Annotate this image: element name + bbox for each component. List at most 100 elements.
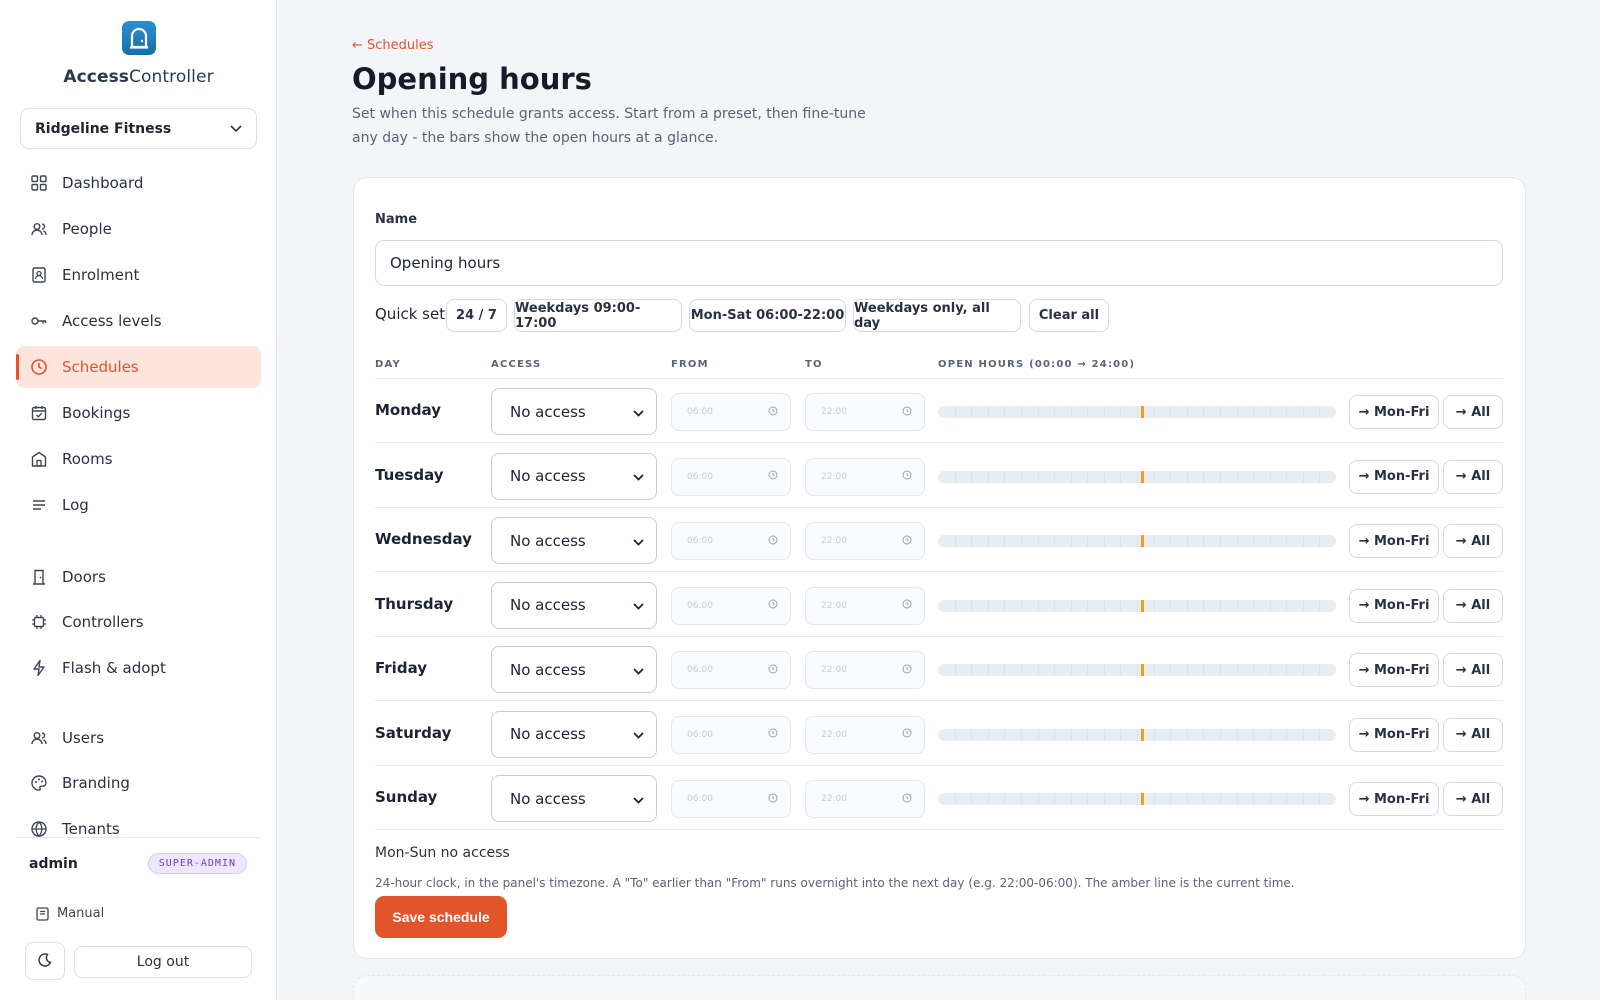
hour-tick — [1054, 599, 1056, 612]
to-time-input[interactable]: 22:00 — [805, 586, 925, 625]
hour-tick — [1236, 406, 1238, 418]
sidebar-item-label: Schedules — [62, 358, 139, 376]
copy-to-all-button[interactable]: → All — [1443, 524, 1503, 558]
copy-to-weekdays-button[interactable]: → Mon-Fri — [1349, 524, 1439, 558]
sidebar-item-flash-adopt[interactable]: Flash & adopt — [16, 647, 261, 689]
access-select[interactable]: No access — [491, 452, 657, 500]
copy-to-all-button[interactable]: → All — [1443, 717, 1503, 752]
copy-to-all-button[interactable]: → All — [1443, 782, 1503, 816]
logout-button[interactable]: Log out — [74, 946, 252, 978]
quick-set-button[interactable]: Weekdays only, all day — [853, 299, 1021, 332]
sidebar-item-log[interactable]: Log — [16, 484, 261, 526]
hour-tick — [1070, 535, 1072, 547]
sidebar-item-users[interactable]: Users — [16, 717, 261, 759]
hour-tick — [1269, 793, 1271, 805]
sidebar-item-dashboard[interactable]: Dashboard — [16, 162, 261, 204]
from-time-placeholder: 06:00 — [687, 665, 713, 675]
clock-icon — [768, 406, 778, 419]
copy-to-weekdays-button[interactable]: → Mon-Fri — [1349, 782, 1439, 816]
palette-icon — [30, 774, 48, 792]
to-time-input[interactable]: 22:00 — [805, 393, 925, 431]
hour-tick — [1020, 406, 1022, 418]
hour-tick — [1087, 535, 1089, 547]
hour-tick — [1286, 793, 1288, 805]
clock-icon — [768, 470, 778, 483]
to-time-input[interactable]: 22:00 — [805, 780, 925, 818]
sidebar-item-controllers[interactable]: Controllers — [16, 601, 261, 643]
hour-tick — [1253, 728, 1255, 741]
quick-set-button[interactable]: Weekdays 09:00-17:00 — [514, 299, 682, 332]
hour-tick — [954, 599, 956, 612]
day-name: Thursday — [375, 594, 454, 613]
to-time-placeholder: 22:00 — [821, 600, 847, 611]
calendar-icon — [30, 404, 48, 422]
access-select[interactable]: No access — [491, 710, 657, 758]
to-time-input[interactable]: 22:00 — [805, 522, 925, 560]
app-logo[interactable]: AccessController — [0, 21, 277, 87]
hour-tick — [1269, 599, 1271, 612]
sidebar-item-bookings[interactable]: Bookings — [16, 392, 261, 434]
from-time-input[interactable]: 06:00 — [671, 586, 791, 625]
hour-tick — [1103, 535, 1105, 547]
copy-to-weekdays-button[interactable]: → Mon-Fri — [1349, 653, 1439, 687]
sidebar-item-tenants[interactable]: Tenants — [16, 808, 261, 838]
quick-set-button[interactable]: 24 / 7 — [446, 299, 507, 332]
hour-tick — [1302, 728, 1304, 741]
access-select[interactable]: No access — [491, 517, 657, 564]
copy-to-weekdays-button[interactable]: → Mon-Fri — [1349, 395, 1439, 429]
from-time-input[interactable]: 06:00 — [671, 457, 791, 496]
hour-tick — [1020, 599, 1022, 612]
access-select[interactable]: No access — [491, 646, 657, 693]
sidebar-item-schedules[interactable]: Schedules — [16, 346, 261, 388]
manual-link[interactable]: Manual — [36, 906, 104, 921]
sidebar-item-branding[interactable]: Branding — [16, 762, 261, 804]
quick-set-button[interactable]: Clear all — [1029, 299, 1109, 332]
from-time-input[interactable]: 06:00 — [671, 651, 791, 689]
access-select[interactable]: No access — [491, 775, 657, 822]
page-title: Opening hours — [352, 62, 592, 96]
from-time-input[interactable]: 06:00 — [671, 780, 791, 818]
hour-tick — [1302, 599, 1304, 612]
hour-tick — [1004, 535, 1006, 547]
to-time-input[interactable]: 22:00 — [805, 651, 925, 689]
back-to-schedules-link[interactable]: ← Schedules — [352, 38, 434, 53]
hour-tick — [1203, 793, 1205, 805]
copy-to-weekdays-button[interactable]: → Mon-Fri — [1349, 459, 1439, 494]
to-time-input[interactable]: 22:00 — [805, 457, 925, 496]
hour-tick — [1269, 728, 1271, 741]
hour-tick — [1037, 728, 1039, 741]
key-icon — [30, 312, 48, 330]
tenant-selector[interactable]: Ridgeline Fitness — [20, 108, 257, 149]
sidebar-item-people[interactable]: People — [16, 208, 261, 250]
hour-tick — [1070, 470, 1072, 483]
hour-tick — [1020, 535, 1022, 547]
copy-to-weekdays-button[interactable]: → Mon-Fri — [1349, 588, 1439, 623]
quick-set-button[interactable]: Mon-Sat 06:00-22:00 — [689, 299, 846, 332]
save-schedule-button[interactable]: Save schedule — [375, 896, 507, 938]
from-time-input[interactable]: 06:00 — [671, 393, 791, 431]
schedule-name-input[interactable] — [375, 240, 1503, 286]
from-time-input[interactable]: 06:00 — [671, 715, 791, 754]
hour-tick — [1103, 599, 1105, 612]
sidebar-item-rooms[interactable]: Rooms — [16, 438, 261, 480]
sidebar-item-access-levels[interactable]: Access levels — [16, 300, 261, 342]
sidebar-item-enrolment[interactable]: Enrolment — [16, 254, 261, 296]
copy-to-weekdays-button[interactable]: → Mon-Fri — [1349, 717, 1439, 752]
copy-to-all-button[interactable]: → All — [1443, 459, 1503, 494]
copy-to-all-button[interactable]: → All — [1443, 395, 1503, 429]
sidebar-item-doors[interactable]: Doors — [16, 556, 261, 598]
moon-icon — [38, 952, 52, 971]
copy-to-all-button[interactable]: → All — [1443, 588, 1503, 623]
hour-tick — [971, 535, 973, 547]
access-select[interactable]: No access — [491, 581, 657, 629]
access-select[interactable]: No access — [491, 388, 657, 435]
hour-tick — [971, 406, 973, 418]
to-time-input[interactable]: 22:00 — [805, 715, 925, 754]
from-time-input[interactable]: 06:00 — [671, 522, 791, 560]
copy-to-all-button[interactable]: → All — [1443, 653, 1503, 687]
current-time-marker — [1140, 728, 1144, 741]
theme-toggle-button[interactable] — [25, 942, 65, 980]
clock-icon — [902, 470, 912, 483]
hour-tick — [1170, 535, 1172, 547]
hour-tick — [1236, 793, 1238, 805]
